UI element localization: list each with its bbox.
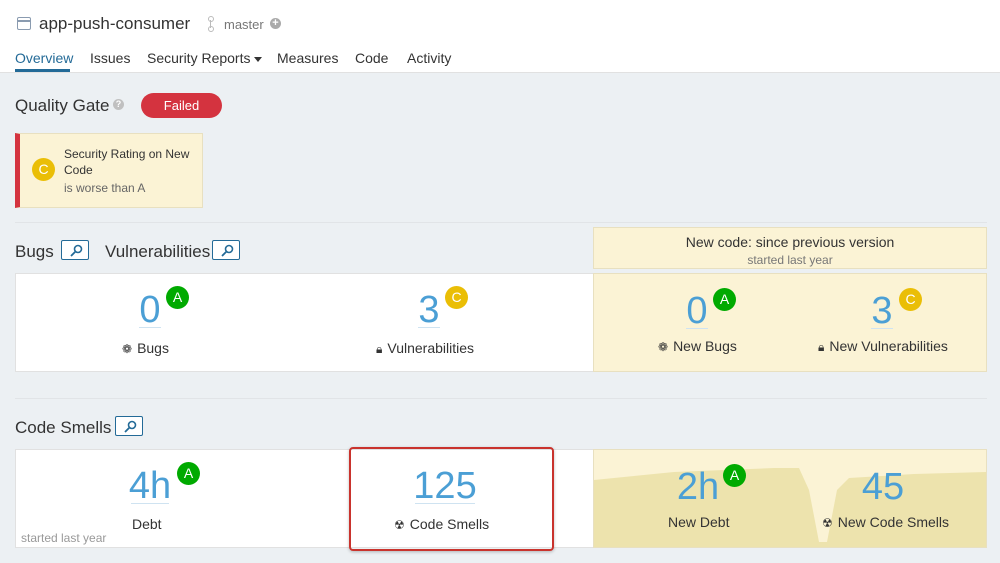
project-header: app-push-consumer master + Overview Issu… bbox=[0, 0, 1000, 73]
debt-started-note: started last year bbox=[21, 531, 107, 545]
value-underline bbox=[418, 327, 440, 328]
plus-circle-icon[interactable]: + bbox=[270, 18, 281, 29]
tab-measures[interactable]: Measures bbox=[277, 50, 338, 66]
link-icon bbox=[70, 244, 83, 257]
link-icon bbox=[221, 244, 234, 257]
code-smells-highlight-box bbox=[349, 447, 554, 551]
new-vulnerabilities-value[interactable]: 3 bbox=[862, 291, 902, 331]
vulnerabilities-section-title: Vulnerabilities bbox=[105, 242, 211, 261]
tab-code[interactable]: Code bbox=[355, 50, 388, 66]
debt-label: Debt bbox=[132, 516, 162, 532]
lock-icon: 🔒︎ bbox=[376, 342, 383, 356]
value-underline bbox=[131, 503, 169, 504]
new-bugs-value[interactable]: 0 bbox=[677, 291, 717, 331]
new-code-subtitle: started last year bbox=[747, 253, 833, 267]
project-name[interactable]: app-push-consumer bbox=[39, 14, 190, 34]
bugs-vulns-overall-panel bbox=[15, 273, 595, 372]
project-icon bbox=[17, 17, 31, 30]
condition-detail: is worse than A bbox=[64, 181, 146, 195]
section-divider bbox=[15, 398, 987, 399]
new-code-title: New code: since previous version bbox=[685, 234, 895, 250]
quality-gate-title: Quality Gate bbox=[15, 96, 110, 115]
new-code-smells-label-text: New Code Smells bbox=[837, 514, 950, 530]
bugs-label-text: Bugs bbox=[137, 340, 169, 356]
radiation-icon: ☢ bbox=[822, 516, 833, 530]
bugs-drilldown-button[interactable] bbox=[61, 240, 89, 260]
vulnerabilities-label-text: Vulnerabilities bbox=[387, 340, 475, 356]
bugs-vulns-new-panel bbox=[593, 273, 987, 372]
new-vulnerabilities-label-text: New Vulnerabilities bbox=[829, 338, 948, 354]
value-underline bbox=[871, 328, 893, 329]
help-icon[interactable]: ? bbox=[113, 99, 124, 110]
branch-name[interactable]: master bbox=[224, 17, 264, 32]
new-vulnerabilities-rating-badge[interactable]: C bbox=[899, 288, 922, 311]
section-divider bbox=[15, 222, 987, 223]
quality-gate-status-badge: Failed bbox=[141, 93, 222, 118]
code-smells-new-panel bbox=[593, 449, 987, 548]
condition-metric: Security Rating on New Code bbox=[64, 147, 190, 177]
debt-value[interactable]: 4h bbox=[120, 466, 180, 506]
new-code-period-header: New code: since previous version started… bbox=[593, 227, 987, 269]
quality-gate-condition[interactable]: C Security Rating on New Code is worse t… bbox=[15, 133, 203, 208]
bugs-label: ❁ Bugs bbox=[122, 340, 169, 356]
new-debt-label: New Debt bbox=[668, 514, 730, 530]
new-vulnerabilities-label: 🔒︎ New Vulnerabilities bbox=[818, 338, 948, 355]
vulnerabilities-label: 🔒︎ Vulnerabilities bbox=[376, 340, 474, 357]
chevron-down-icon bbox=[254, 56, 263, 62]
bugs-value[interactable]: 0 bbox=[130, 290, 170, 330]
new-bugs-rating-badge[interactable]: A bbox=[713, 288, 736, 311]
debt-rating-badge[interactable]: A bbox=[177, 462, 200, 485]
tab-security-reports-label: Security Reports bbox=[147, 50, 251, 66]
lock-icon: 🔒︎ bbox=[818, 340, 825, 354]
new-bugs-label: ❁ New Bugs bbox=[658, 338, 737, 354]
bug-icon: ❁ bbox=[122, 342, 133, 356]
tab-security-reports[interactable]: Security Reports bbox=[147, 50, 263, 66]
link-icon bbox=[124, 420, 137, 433]
branch-icon-line bbox=[209, 20, 211, 28]
value-underline bbox=[139, 327, 161, 328]
bugs-section-title: Bugs bbox=[15, 242, 54, 261]
code-smells-drilldown-button[interactable] bbox=[115, 416, 143, 436]
code-smells-section-title: Code Smells bbox=[15, 418, 112, 437]
new-code-smells-value[interactable]: 45 bbox=[853, 467, 913, 507]
vulnerabilities-drilldown-button[interactable] bbox=[212, 240, 240, 260]
active-tab-indicator bbox=[15, 69, 70, 72]
new-code-smells-label: ☢ New Code Smells bbox=[822, 514, 949, 530]
new-debt-value[interactable]: 2h bbox=[668, 467, 728, 507]
bug-icon: ❁ bbox=[658, 340, 669, 354]
new-debt-sparkline bbox=[594, 468, 986, 547]
vulnerabilities-rating-badge[interactable]: C bbox=[445, 286, 468, 309]
rating-badge: C bbox=[32, 158, 55, 181]
new-debt-rating-badge[interactable]: A bbox=[723, 464, 746, 487]
vulnerabilities-value[interactable]: 3 bbox=[409, 290, 449, 330]
tab-issues[interactable]: Issues bbox=[90, 50, 130, 66]
value-underline bbox=[686, 328, 708, 329]
bugs-rating-badge[interactable]: A bbox=[166, 286, 189, 309]
new-bugs-label-text: New Bugs bbox=[673, 338, 737, 354]
tab-overview[interactable]: Overview bbox=[15, 50, 73, 66]
tab-activity[interactable]: Activity bbox=[407, 50, 451, 66]
